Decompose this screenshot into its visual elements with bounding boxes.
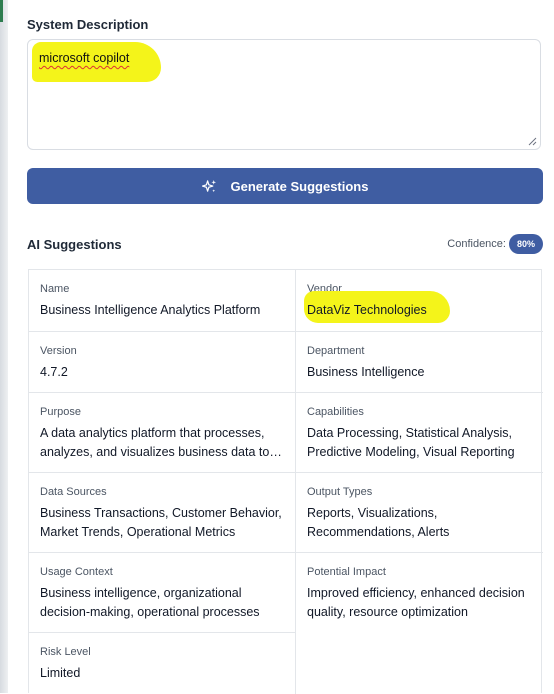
generate-suggestions-label: Generate Suggestions bbox=[230, 178, 369, 194]
field-data-sources: Data Sources Business Transactions, Cust… bbox=[29, 473, 296, 553]
system-description-textarea[interactable]: microsoft copilot bbox=[27, 39, 541, 150]
field-label: Capabilities bbox=[307, 406, 364, 418]
field-label: Version bbox=[40, 345, 77, 357]
field-label: Usage Context bbox=[40, 566, 113, 578]
field-purpose: Purpose A data analytics platform that p… bbox=[29, 393, 296, 473]
generate-suggestions-button[interactable]: Generate Suggestions bbox=[27, 168, 543, 204]
confidence-label: Confidence: bbox=[447, 238, 506, 250]
ai-suggestions-title: AI Suggestions bbox=[27, 237, 122, 252]
field-value: 4.7.2 bbox=[40, 365, 68, 379]
field-version: Version 4.7.2 bbox=[29, 332, 296, 393]
field-usage-context: Usage Context Business intelligence, org… bbox=[29, 553, 296, 633]
field-label: Purpose bbox=[40, 406, 81, 418]
confidence-indicator: Confidence: 80% bbox=[447, 234, 543, 254]
field-value: Data Processing, Statistical Analysis, P… bbox=[307, 426, 515, 459]
suggestions-grid: Name Business Intelligence Analytics Pla… bbox=[28, 269, 543, 694]
field-vendor: Vendor DataViz Technologies bbox=[296, 270, 543, 332]
background-accent bbox=[0, 0, 3, 22]
confidence-badge: 80% bbox=[508, 234, 543, 254]
field-label: Data Sources bbox=[40, 486, 107, 498]
field-label: Department bbox=[307, 345, 365, 357]
system-description-label: System Description bbox=[27, 17, 149, 32]
field-label: Name bbox=[40, 283, 70, 295]
highlighted-vendor: DataViz Technologies bbox=[304, 291, 450, 323]
field-value: Limited bbox=[40, 666, 81, 680]
ai-suggestion-panel: System Description microsoft copilot Gen… bbox=[10, 0, 554, 694]
field-label: Output Types bbox=[307, 486, 373, 498]
field-name: Name Business Intelligence Analytics Pla… bbox=[29, 270, 296, 332]
field-value: Reports, Visualizations, Recommendations… bbox=[307, 506, 450, 539]
field-capabilities: Capabilities Data Processing, Statistica… bbox=[296, 393, 543, 473]
field-value: Business intelligence, organizational de… bbox=[40, 586, 260, 619]
system-description-value: microsoft copilot bbox=[39, 51, 130, 65]
field-label: Risk Level bbox=[40, 646, 91, 658]
field-value: Improved efficiency, enhanced decision q… bbox=[307, 586, 525, 619]
field-potential-impact: Potential Impact Improved efficiency, en… bbox=[296, 553, 543, 633]
field-value: DataViz Technologies bbox=[307, 303, 427, 317]
field-value: Business Intelligence bbox=[307, 365, 425, 379]
sparkles-icon bbox=[201, 179, 216, 192]
field-output-types: Output Types Reports, Visualizations, Re… bbox=[296, 473, 543, 553]
background-page-edge bbox=[0, 0, 8, 693]
field-label: Potential Impact bbox=[307, 566, 386, 578]
field-value: A data analytics platform that processes… bbox=[40, 426, 270, 459]
field-department: Department Business Intelligence bbox=[296, 332, 543, 393]
resize-handle-icon[interactable] bbox=[528, 137, 537, 146]
field-risk-level: Risk Level Limited bbox=[29, 633, 296, 694]
field-value: Business Intelligence Analytics Platform bbox=[40, 303, 261, 317]
field-value: Business Transactions, Customer Behavior… bbox=[40, 506, 282, 539]
